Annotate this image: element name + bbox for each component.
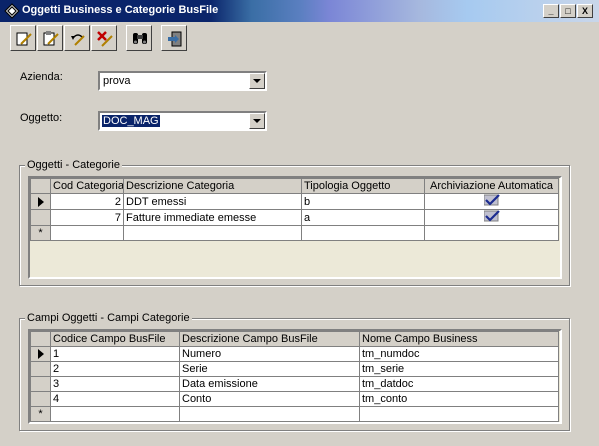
- row-selector[interactable]: [30, 361, 51, 377]
- new-button[interactable]: [10, 25, 36, 51]
- categorie-grid[interactable]: Cod Categoria Descrizione Categoria Tipo…: [28, 176, 562, 279]
- column-header[interactable]: Codice Campo BusFile: [50, 331, 180, 347]
- new-row[interactable]: *: [30, 225, 559, 241]
- cell-codice[interactable]: 2: [50, 361, 180, 377]
- row-selector[interactable]: [30, 376, 51, 392]
- campi-grid[interactable]: Codice Campo BusFile Descrizione Campo B…: [28, 329, 562, 424]
- cell-descrizione[interactable]: Numero: [179, 346, 360, 362]
- column-header[interactable]: Nome Campo Business: [359, 331, 559, 347]
- cell-cod[interactable]: 7: [50, 209, 124, 226]
- minimize-button[interactable]: _: [543, 4, 559, 18]
- find-icon: [133, 33, 147, 44]
- cell-nome[interactable]: tm_numdoc: [359, 346, 559, 362]
- current-row-icon: [37, 196, 44, 207]
- cell-descrizione[interactable]: Data emissione: [179, 376, 360, 392]
- cell-codice[interactable]: 4: [50, 391, 180, 407]
- new-row-marker: *: [30, 406, 51, 422]
- new-row-marker: *: [30, 225, 51, 241]
- row-selector[interactable]: [30, 193, 51, 210]
- cell-empty[interactable]: [50, 225, 124, 241]
- azienda-label: Azienda:: [20, 71, 63, 83]
- cell-archiviazione[interactable]: [424, 193, 559, 210]
- oggetto-dropdown-button[interactable]: [249, 113, 265, 129]
- delete-button[interactable]: [91, 25, 117, 51]
- table-row[interactable]: 3 Data emissione tm_datdoc: [30, 376, 559, 392]
- row-selector[interactable]: [30, 346, 51, 362]
- categorie-group: Oggetti - Categorie Cod Categoria Descri…: [19, 159, 570, 286]
- row-selector[interactable]: [30, 209, 51, 226]
- checkmark-icon[interactable]: [483, 194, 500, 206]
- oggetto-combo[interactable]: DOC_MAG: [98, 111, 267, 131]
- app-icon: [4, 3, 20, 19]
- table-row[interactable]: 1 Numero tm_numdoc: [30, 346, 559, 362]
- cell-empty[interactable]: [424, 225, 559, 241]
- cell-codice[interactable]: 1: [50, 346, 180, 362]
- column-header[interactable]: Tipologia Oggetto: [301, 178, 425, 194]
- cell-tipologia[interactable]: a: [301, 209, 425, 226]
- cell-codice[interactable]: 3: [50, 376, 180, 392]
- campi-table: Codice Campo BusFile Descrizione Campo B…: [30, 331, 559, 422]
- cell-empty[interactable]: [179, 406, 360, 422]
- window-title: Oggetti Business e Categorie BusFile: [22, 4, 219, 16]
- column-header[interactable]: Descrizione Categoria: [123, 178, 302, 194]
- campi-header-row: Codice Campo BusFile Descrizione Campo B…: [30, 331, 559, 347]
- campi-legend: Campi Oggetti - Campi Categorie: [25, 312, 192, 324]
- row-selector[interactable]: [30, 391, 51, 407]
- cell-empty[interactable]: [123, 225, 302, 241]
- undo-button[interactable]: [64, 25, 90, 51]
- categorie-header-row: Cod Categoria Descrizione Categoria Tipo…: [30, 178, 559, 194]
- azienda-dropdown-button[interactable]: [249, 73, 265, 89]
- azienda-value: prova: [103, 75, 131, 87]
- delete-icon: [97, 31, 113, 47]
- cell-empty[interactable]: [301, 225, 425, 241]
- cell-cod[interactable]: 2: [50, 193, 124, 210]
- exit-button[interactable]: [161, 25, 187, 51]
- cell-descrizione[interactable]: Serie: [179, 361, 360, 377]
- new-icon: [16, 32, 32, 46]
- oggetto-label: Oggetto:: [20, 112, 63, 124]
- cell-tipologia[interactable]: b: [301, 193, 425, 210]
- close-button[interactable]: X: [577, 4, 593, 18]
- checkmark-icon[interactable]: [483, 210, 500, 222]
- cell-archiviazione[interactable]: [424, 209, 559, 226]
- cell-nome[interactable]: tm_serie: [359, 361, 559, 377]
- cell-empty[interactable]: [359, 406, 559, 422]
- cell-descrizione[interactable]: Fatture immediate emesse: [123, 209, 302, 226]
- cell-nome[interactable]: tm_datdoc: [359, 376, 559, 392]
- column-header[interactable]: Archiviazione Automatica: [424, 178, 559, 194]
- edit-button[interactable]: [37, 25, 63, 51]
- cell-descrizione[interactable]: DDT emessi: [123, 193, 302, 210]
- maximize-button[interactable]: □: [560, 4, 576, 18]
- column-header[interactable]: Cod Categoria: [50, 178, 124, 194]
- categorie-table: Cod Categoria Descrizione Categoria Tipo…: [30, 178, 559, 241]
- edit-icon: [43, 31, 59, 46]
- row-selector-header: [30, 178, 51, 194]
- new-row[interactable]: *: [30, 406, 559, 422]
- cell-descrizione[interactable]: Conto: [179, 391, 360, 407]
- cell-empty[interactable]: [50, 406, 180, 422]
- azienda-combo[interactable]: prova: [98, 71, 267, 91]
- table-row[interactable]: 7 Fatture immediate emesse a: [30, 209, 559, 226]
- title-bar: Oggetti Business e Categorie BusFile _ □…: [0, 0, 599, 22]
- cell-nome[interactable]: tm_conto: [359, 391, 559, 407]
- table-row[interactable]: 2 Serie tm_serie: [30, 361, 559, 377]
- oggetto-value: DOC_MAG: [101, 114, 161, 128]
- find-button[interactable]: [126, 25, 152, 51]
- table-row[interactable]: 4 Conto tm_conto: [30, 391, 559, 407]
- campi-group: Campi Oggetti - Campi Categorie Codice C…: [19, 312, 570, 431]
- categorie-legend: Oggetti - Categorie: [25, 159, 122, 171]
- chevron-down-icon: [253, 119, 261, 123]
- row-selector-header: [30, 331, 51, 347]
- undo-icon: [71, 34, 85, 46]
- table-row[interactable]: 2 DDT emessi b: [30, 193, 559, 210]
- exit-icon: [168, 31, 182, 47]
- chevron-down-icon: [253, 79, 261, 83]
- current-row-icon: [37, 349, 44, 360]
- column-header[interactable]: Descrizione Campo BusFile: [179, 331, 360, 347]
